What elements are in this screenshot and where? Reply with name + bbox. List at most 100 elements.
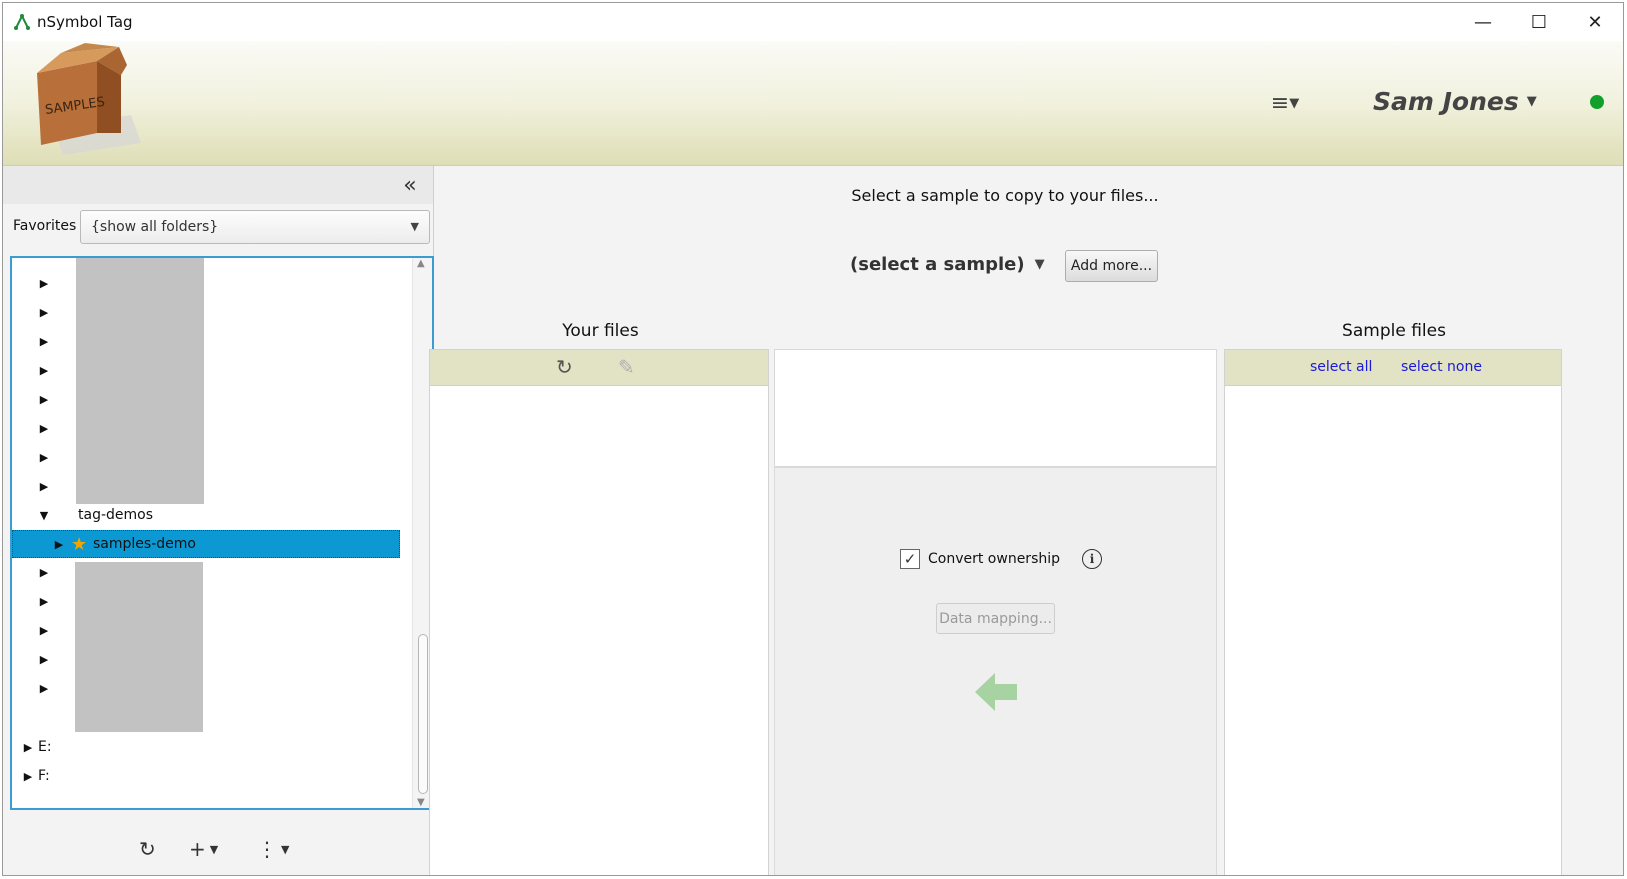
tree-row[interactable]: ▶	[12, 646, 412, 674]
sample-files-title: Sample files	[1342, 321, 1446, 341]
drive-label: F:	[38, 768, 50, 784]
samples-box-logo: SAMPLES	[37, 43, 141, 155]
refresh-icon: ↻	[139, 837, 156, 861]
pencil-icon[interactable]: ✎	[618, 355, 635, 379]
main-menu-button[interactable]: ≡ ▼	[1265, 89, 1305, 117]
scroll-up-icon[interactable]: ▲	[417, 258, 425, 269]
double-chevron-left-icon: «	[403, 172, 417, 198]
app-window: nSymbol Tag — ☐ ✕ SAMPLES ≡ ▼ Sam Jones …	[2, 2, 1624, 876]
tree-row[interactable]: ▶	[12, 328, 412, 356]
tree-row-drive-e[interactable]: ▶ E:	[12, 734, 412, 762]
tree-row[interactable]: ▶	[12, 617, 412, 645]
copy-left-arrow-icon[interactable]	[975, 671, 1019, 713]
favorites-label: Favorites	[13, 218, 77, 234]
expand-arrow-icon[interactable]: ▶	[53, 538, 65, 551]
tree-row[interactable]: ▶	[12, 559, 412, 587]
drive-label: E:	[38, 739, 52, 755]
scroll-down-icon[interactable]: ▼	[417, 797, 425, 808]
tree-row[interactable]: ▶	[12, 675, 412, 703]
expand-arrow-icon[interactable]: ▶	[38, 480, 50, 493]
tree-row[interactable]: ▶	[12, 444, 412, 472]
title-bar: nSymbol Tag — ☐ ✕	[3, 3, 1623, 41]
convert-ownership-option: ✓ Convert ownership i	[900, 549, 1103, 569]
your-files-list[interactable]: ↻ ✎	[429, 349, 769, 875]
refresh-folders-button[interactable]: ↻	[139, 834, 156, 864]
tree-row[interactable]: ▶	[12, 386, 412, 414]
expand-arrow-icon[interactable]: ▶	[38, 595, 50, 608]
your-files-title: Your files	[562, 321, 639, 341]
expand-arrow-icon[interactable]: ▶	[22, 741, 34, 754]
connection-status-indicator	[1590, 95, 1604, 109]
instruction-text: Select a sample to copy to your files...	[851, 186, 1159, 205]
expand-arrow-icon[interactable]: ▶	[38, 335, 50, 348]
window-title: nSymbol Tag	[37, 13, 133, 31]
expand-arrow-icon[interactable]: ▶	[38, 451, 50, 464]
folders-panel: « Favorites {show all folders} ▼ ▶ ▶ ▶ ▶…	[3, 166, 434, 875]
user-name: Sam Jones	[1373, 86, 1519, 116]
expand-arrow-icon[interactable]: ▶	[38, 277, 50, 290]
app-logo-icon	[14, 13, 30, 30]
maximize-button[interactable]: ☐	[1511, 3, 1567, 41]
sample-files-toolbar: select all select none	[1225, 350, 1561, 386]
copy-options-area: ✓ Convert ownership i Data mapping...	[774, 467, 1217, 875]
minimize-button[interactable]: —	[1455, 3, 1511, 41]
chevron-down-icon: ▼	[410, 220, 419, 233]
folder-label: tag-demos	[78, 507, 154, 523]
tree-row[interactable]: ▶	[12, 270, 412, 298]
info-icon[interactable]: i	[1082, 549, 1103, 569]
tree-row-tag-demos[interactable]: ▼ tag-demos	[12, 502, 412, 530]
checkmark-icon: ✓	[903, 550, 917, 568]
expand-arrow-icon[interactable]: ▶	[38, 306, 50, 319]
data-mapping-button[interactable]: Data mapping...	[936, 603, 1055, 634]
expand-arrow-icon[interactable]: ▶	[38, 682, 50, 695]
hamburger-icon: ≡	[1270, 90, 1290, 116]
add-folder-button[interactable]: + ▼	[189, 834, 218, 864]
more-options-button[interactable]: ⋮ ▼	[257, 834, 289, 864]
folders-panel-header: «	[3, 166, 433, 204]
add-more-button[interactable]: Add more...	[1065, 250, 1158, 282]
favorites-dropdown[interactable]: {show all folders} ▼	[80, 210, 430, 244]
folders-toolbar: ↻ + ▼ ⋮ ▼	[3, 816, 433, 875]
convert-ownership-label: Convert ownership	[928, 551, 1061, 567]
chevron-down-icon: ▼	[1034, 257, 1045, 272]
plus-icon: +	[189, 837, 206, 861]
your-files-toolbar: ↻ ✎	[430, 350, 768, 386]
favorite-star-icon[interactable]: ★	[71, 534, 87, 555]
samples-panel: Select a sample to copy to your files...…	[429, 166, 1623, 875]
convert-ownership-checkbox[interactable]: ✓	[900, 549, 920, 569]
folder-tree[interactable]: ▶ ▶ ▶ ▶ ▶ ▶ ▶ ▶ ▼ tag-demos ▶ ★ samples-…	[10, 256, 434, 810]
refresh-icon[interactable]: ↻	[556, 355, 573, 379]
select-all-link[interactable]: select all	[1310, 359, 1372, 375]
expand-arrow-icon[interactable]: ▶	[38, 624, 50, 637]
folder-label: samples-demo	[93, 536, 196, 552]
expand-arrow-icon[interactable]: ▶	[38, 393, 50, 406]
tree-row[interactable]: ▶	[12, 415, 412, 443]
tree-row[interactable]: ▶	[12, 357, 412, 385]
user-menu-button[interactable]: Sam Jones ▼	[1373, 84, 1537, 118]
select-none-link[interactable]: select none	[1401, 359, 1482, 375]
collapse-panel-button[interactable]: «	[397, 172, 423, 198]
chevron-down-icon: ▼	[281, 842, 290, 856]
expand-arrow-icon[interactable]: ▶	[38, 422, 50, 435]
sample-files-list[interactable]: select all select none	[1224, 349, 1562, 875]
expand-arrow-icon[interactable]: ▶	[38, 364, 50, 377]
expand-arrow-icon[interactable]: ▶	[22, 770, 34, 783]
scrollbar-thumb[interactable]	[418, 634, 428, 794]
chevron-down-icon: ▼	[1526, 93, 1537, 109]
sample-preview-area	[774, 349, 1217, 467]
expand-arrow-icon[interactable]: ▶	[38, 653, 50, 666]
app-header: SAMPLES ≡ ▼ Sam Jones ▼	[3, 41, 1623, 166]
tree-row[interactable]: ▶	[12, 473, 412, 501]
tree-row[interactable]: ▶	[12, 588, 412, 616]
close-button[interactable]: ✕	[1567, 3, 1623, 41]
collapse-arrow-icon[interactable]: ▼	[38, 509, 50, 522]
favorites-dropdown-value: {show all folders}	[91, 219, 219, 235]
tree-row[interactable]: ▶	[12, 299, 412, 327]
tree-row-samples-demo[interactable]: ▶ ★ samples-demo	[12, 530, 400, 558]
tree-row-drive-f[interactable]: ▶ F:	[12, 763, 412, 791]
chevron-down-icon: ▼	[1289, 95, 1300, 111]
expand-arrow-icon[interactable]: ▶	[38, 566, 50, 579]
chevron-down-icon: ▼	[209, 842, 219, 856]
vertical-ellipsis-icon: ⋮	[257, 837, 277, 861]
sample-dropdown[interactable]: (select a sample) ▼	[850, 254, 1045, 275]
